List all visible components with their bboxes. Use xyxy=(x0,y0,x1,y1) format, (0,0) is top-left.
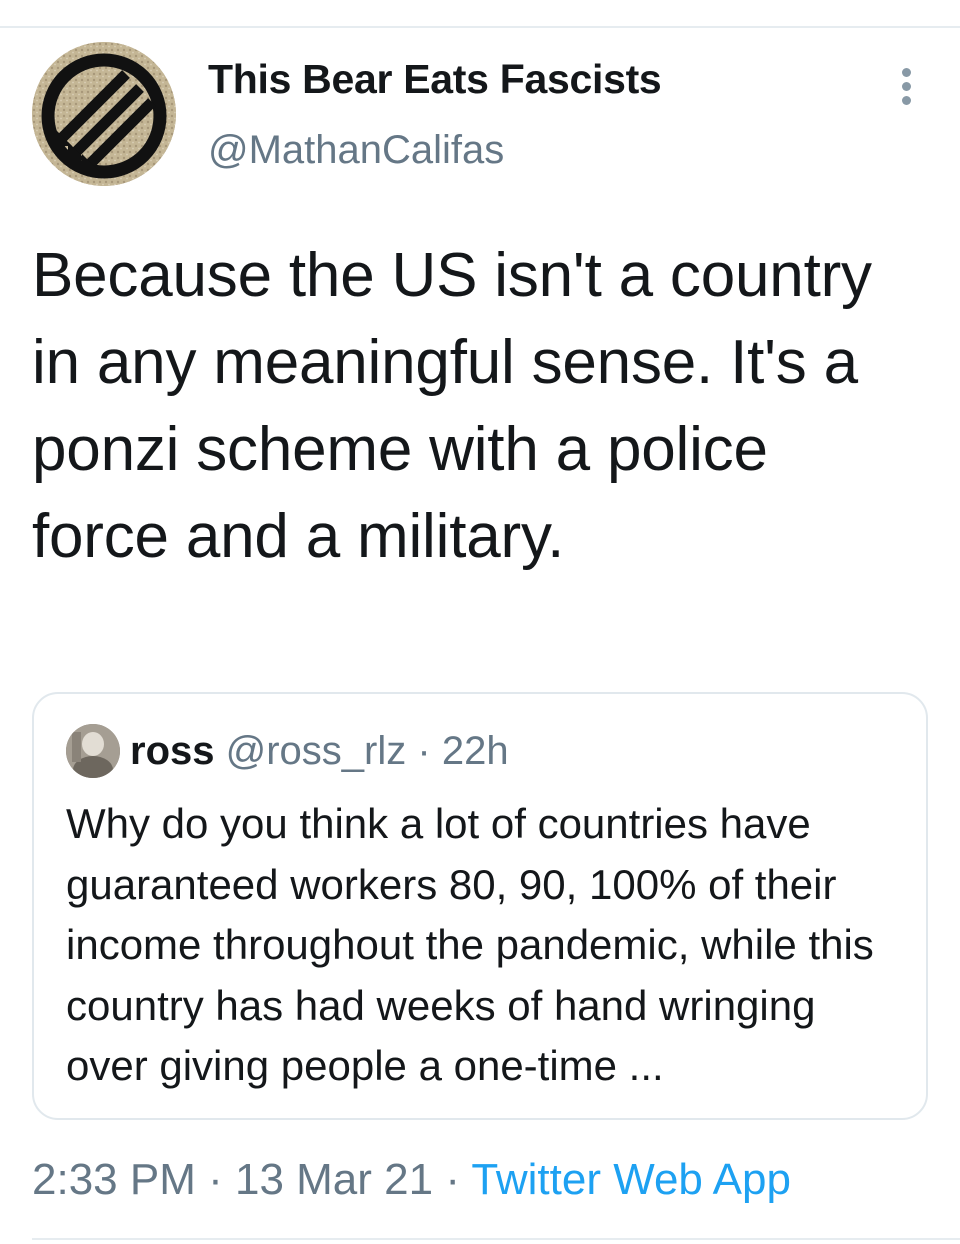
tweet-detail: This Bear Eats Fascists @MathanCalifas B… xyxy=(0,0,960,1244)
tweet-source-link[interactable]: Twitter Web App xyxy=(471,1155,791,1204)
tweet-text: Because the US isn't a country in any me… xyxy=(32,241,872,571)
quoted-author-avatar[interactable] xyxy=(66,724,120,778)
meta-separator: · xyxy=(195,1155,235,1204)
quoted-tweet-time[interactable]: 22h xyxy=(442,729,509,773)
quoted-tweet-header: ross @ross_rlz · 22h xyxy=(130,728,509,774)
author-avatar[interactable] xyxy=(32,42,176,186)
tweet-metadata: 2:33 PM · 13 Mar 21 · Twitter Web App xyxy=(32,1154,791,1206)
bottom-divider xyxy=(32,1238,960,1240)
avatar-photo-icon xyxy=(66,724,120,778)
top-divider xyxy=(0,26,960,28)
more-vertical-icon xyxy=(901,67,911,77)
quoted-tweet-text: Why do you think a lot of countries have… xyxy=(66,800,874,1089)
more-options-button[interactable] xyxy=(888,64,924,108)
author-display-name[interactable]: This Bear Eats Fascists xyxy=(208,56,662,103)
tweet-date[interactable]: 13 Mar 21 xyxy=(235,1155,433,1204)
quoted-author-name[interactable]: ross xyxy=(130,729,215,773)
quoted-tweet-card[interactable]: ross @ross_rlz · 22h Why do you think a … xyxy=(32,692,928,1120)
meta-separator: · xyxy=(433,1155,472,1204)
quoted-author-handle[interactable]: @ross_rlz xyxy=(226,729,407,773)
header-separator: · xyxy=(417,729,431,773)
three-arrows-icon xyxy=(32,42,176,186)
tweet-time[interactable]: 2:33 PM xyxy=(32,1155,196,1204)
author-handle[interactable]: @MathanCalifas xyxy=(208,128,504,173)
